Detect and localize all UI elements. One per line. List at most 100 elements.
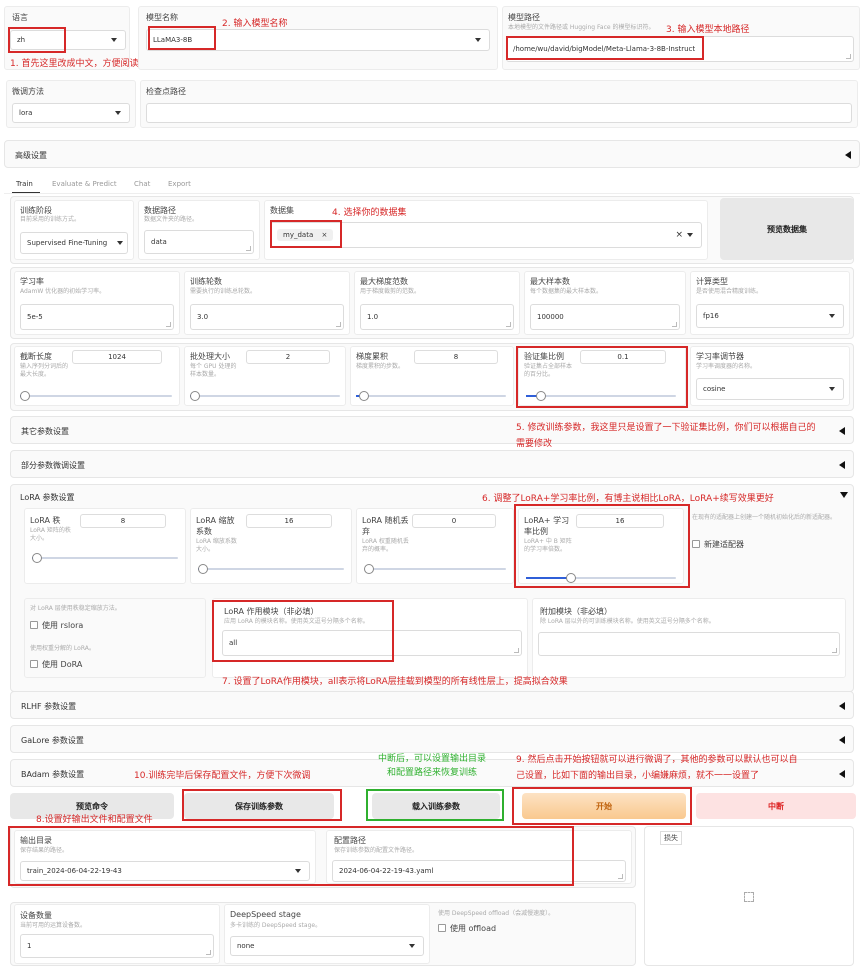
checkpoint-label: 检查点路径 [146,87,186,96]
highlight-model-path [506,36,704,60]
highlight-model-name [148,26,216,50]
offload-checkbox[interactable] [438,924,446,932]
batch-number[interactable]: 2 [246,350,330,364]
highlight-lora-target [212,600,394,662]
tab-evaluate[interactable]: Evaluate & Predict [52,180,117,188]
annotation-8: 8.设置好输出文件和配置文件 [36,815,153,825]
preview-dataset-button[interactable]: 预览数据集 [720,198,854,260]
rslora-label: 使用 rslora [42,621,84,630]
deepspeed-label: DeepSpeed stage [230,910,301,919]
grad-acc-slider[interactable] [356,391,506,401]
extra-modules-input[interactable] [538,632,840,656]
deepspeed-value: none [237,942,255,950]
slider-knob[interactable] [359,391,369,401]
lora-alpha-label: LoRA 缩放系数 [196,516,235,536]
highlight-start [512,787,692,825]
advanced-settings-accordion[interactable]: 高级设置 [4,140,860,168]
tab-export[interactable]: Export [168,180,191,188]
max-samples-value: 100000 [537,313,564,321]
finetune-select[interactable]: lora [12,103,130,123]
dora-checkbox[interactable] [30,660,38,668]
tab-chat[interactable]: Chat [134,180,150,188]
slider-knob[interactable] [364,564,374,574]
checkpoint-select[interactable] [146,103,852,123]
extra-modules-desc: 除 LoRA 层以外的可训练模块名称。使用英文逗号分隔多个名称。 [540,618,715,625]
compute-type-desc: 是否使用混合精度训练。 [696,288,763,295]
dataset-label: 数据集 [270,206,294,215]
max-grad-desc: 用于梯度裁剪的范数。 [360,288,421,295]
scheduler-value: cosine [703,385,726,393]
compute-type-select[interactable]: fp16 [696,304,844,328]
model-name-label: 模型名称 [146,13,178,22]
model-path-label: 模型路径 [508,13,540,22]
slider-knob[interactable] [190,391,200,401]
tab-divider [4,193,860,194]
rslora-checkbox[interactable] [30,621,38,629]
rlhf-accordion[interactable]: RLHF 参数设置 [10,691,854,719]
annotation-4: 4. 选择你的数据集 [332,208,407,218]
annotation-1: 1. 首先这里改成中文，方便阅读 [10,59,139,69]
epochs-desc: 需要执行的训练总轮数。 [190,288,257,295]
advanced-settings-label: 高级设置 [15,151,47,160]
annotation-green-line2: 和配置路径来恢复训练 [386,768,477,778]
max-grad-input[interactable]: 1.0 [360,304,514,330]
devices-input[interactable]: 1 [20,934,214,958]
rslora-desc: 对 LoRA 层使用秩稳定缩放方法。 [30,605,121,612]
batch-slider[interactable] [190,391,340,401]
tab-train[interactable]: Train [16,180,33,188]
new-adapter-checkbox[interactable] [692,540,700,548]
slider-knob[interactable] [20,391,30,401]
clear-icon[interactable]: × [675,230,683,240]
annotation-6: 6. 调整了LoRA+学习率比例，有博主说相比LoRA，LoRA+续写效果更好 [482,494,774,504]
galore-accordion[interactable]: GaLore 参数设置 [10,725,854,753]
grad-acc-number[interactable]: 8 [414,350,498,364]
partial-finetune-label: 部分参数微调设置 [21,461,85,470]
max-samples-input[interactable]: 100000 [530,304,680,330]
chevron-down-icon [475,38,481,42]
devices-value: 1 [27,942,32,950]
lora-alpha-slider[interactable] [198,564,344,574]
chevron-down-icon [687,233,693,237]
annotation-7: 7. 设置了LoRA作用模块，all表示将LoRA层挂载到模型的所有线性层上，提… [222,677,568,687]
loss-label: 损失 [660,831,682,845]
lora-alpha-number[interactable]: 16 [246,514,332,528]
slider-knob[interactable] [32,553,42,563]
broken-image-icon [744,892,754,902]
highlight-output [8,826,574,886]
lr-desc: AdamW 优化器的初始学习率。 [20,288,106,295]
lora-dropout-label: LoRA 随机丢弃 [362,516,409,536]
lr-input[interactable]: 5e-5 [20,304,174,330]
lora-rank-desc: LoRA 矩阵的秩大小。 [30,527,71,542]
scheduler-select[interactable]: cosine [696,378,844,400]
grad-acc-label: 梯度累积 [356,352,388,361]
cutoff-slider[interactable] [20,391,172,401]
lora-rank-label: LoRA 秩 [30,516,61,525]
partial-finetune-accordion[interactable]: 部分参数微调设置 [10,450,854,478]
highlight-dataset [270,220,342,248]
deepspeed-select[interactable]: none [230,936,424,956]
cutoff-number[interactable]: 1024 [72,350,162,364]
chevron-down-icon [117,241,123,245]
collapse-arrow-icon [839,736,845,744]
lora-dropout-slider[interactable] [364,564,506,574]
dataset-dir-value: data [151,238,167,246]
lora-rank-slider[interactable] [32,553,178,563]
lora-dropout-desc: LoRA 权重随机丢弃的概率。 [362,538,409,553]
slider-knob[interactable] [198,564,208,574]
collapse-arrow-icon [839,770,845,778]
stage-select[interactable]: Supervised Fine-Tuning [20,232,128,254]
epochs-label: 训练轮数 [190,277,222,286]
chevron-down-icon [115,111,121,115]
abort-button[interactable]: 中断 [696,793,856,819]
epochs-input[interactable]: 3.0 [190,304,344,330]
lora-dropout-number[interactable]: 0 [412,514,496,528]
max-grad-value: 1.0 [367,313,379,321]
new-adapter-desc: 在现有的适配器上创建一个随机初始化后的新适配器。 [692,514,837,521]
dora-label: 使用 DoRA [42,660,83,669]
annotation-9: 9. 然后点击开始按钮就可以进行微调了，其他的参数可以默认也可以自 [516,755,798,765]
lora-rank-number[interactable]: 8 [80,514,166,528]
dataset-dir-input[interactable]: data [144,230,254,254]
dora-desc: 使用权重分解的 LoRA。 [30,645,95,652]
offload-desc: 使用 DeepSpeed offload（会减慢速度）。 [438,910,555,917]
max-samples-label: 最大样本数 [530,277,570,286]
